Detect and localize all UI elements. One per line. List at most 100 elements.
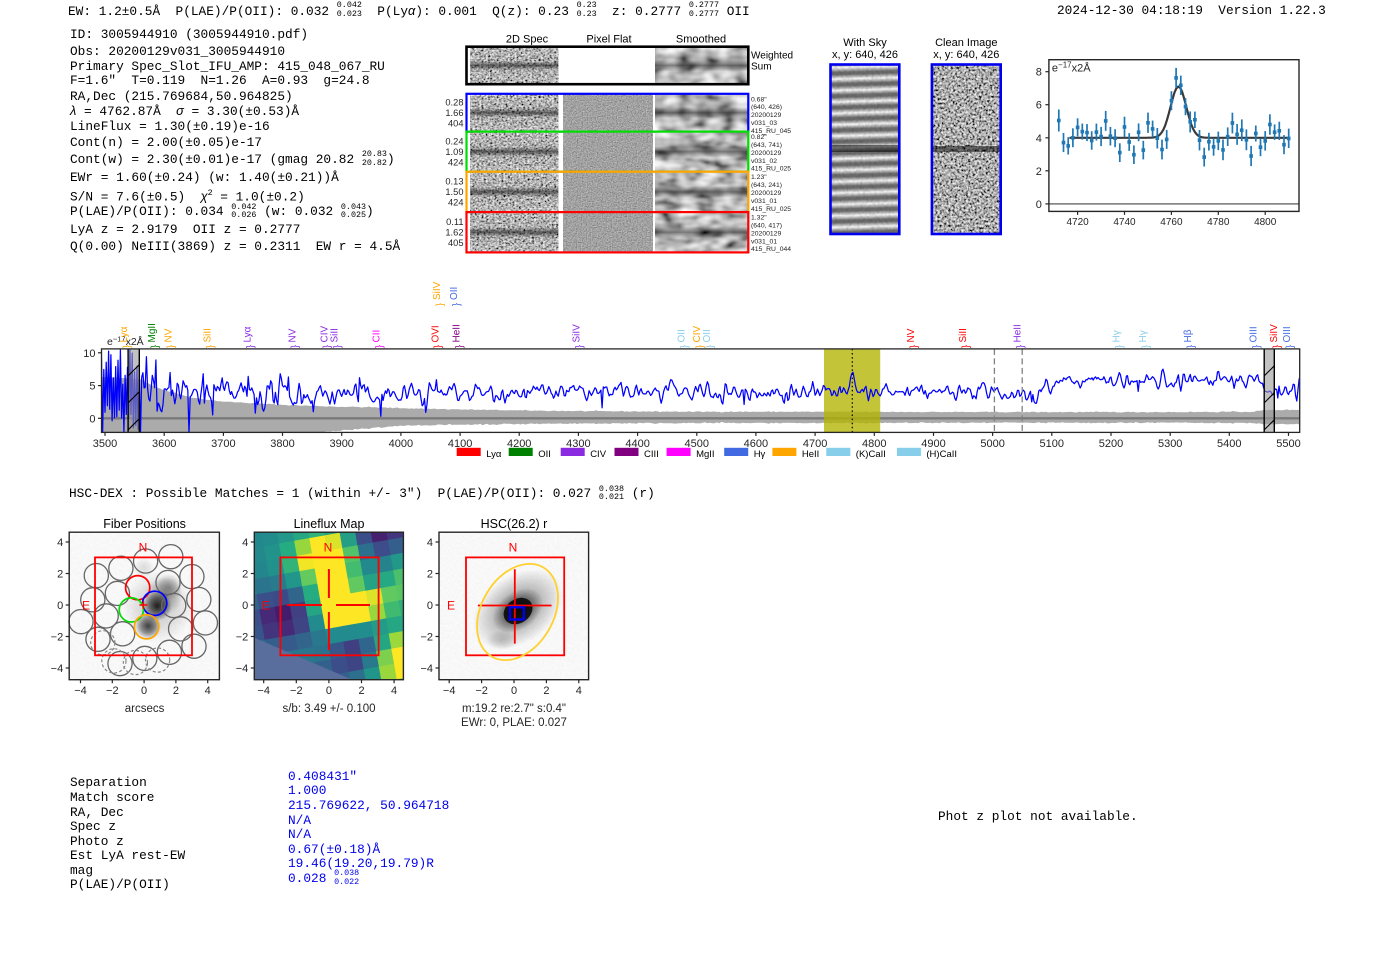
svg-text:SiII: SiII: [329, 328, 340, 342]
svg-text:Lyα: Lyα: [486, 449, 502, 460]
svg-text:2: 2: [173, 685, 179, 697]
svg-text:0: 0: [326, 685, 332, 697]
svg-text:6: 6: [1036, 100, 1042, 112]
svg-text:Sum: Sum: [751, 62, 772, 73]
svg-text:{: {: [1272, 345, 1283, 349]
svg-text:{: {: [679, 345, 690, 349]
svg-text:NV: NV: [906, 328, 917, 342]
svg-text:404: 404: [448, 118, 464, 128]
svg-text:20200129: 20200129: [751, 230, 781, 237]
svg-text:OII: OII: [677, 329, 688, 342]
svg-text:4: 4: [205, 685, 211, 697]
svg-text:e−17x2Å: e−17x2Å: [1052, 61, 1091, 75]
svg-text:{: {: [908, 345, 919, 349]
svg-text:Hβ: Hβ: [1183, 329, 1194, 342]
svg-text:1.23": 1.23": [751, 174, 767, 181]
svg-text:2: 2: [57, 569, 63, 581]
svg-text:{: {: [332, 345, 343, 349]
svg-text:N: N: [324, 541, 333, 555]
svg-text:0.68": 0.68": [751, 96, 767, 103]
svg-text:8: 8: [1036, 67, 1042, 79]
svg-text:(K)CaII: (K)CaII: [856, 449, 886, 460]
svg-text:OIII: OIII: [1282, 326, 1293, 342]
svg-text:−2: −2: [236, 632, 249, 644]
svg-text:4: 4: [57, 537, 63, 549]
svg-text:−2: −2: [51, 632, 64, 644]
svg-text:{: {: [121, 345, 132, 349]
svg-text:OIII: OIII: [1248, 326, 1259, 342]
svg-text:(H)CaII: (H)CaII: [926, 449, 957, 460]
svg-text:3600: 3600: [152, 438, 176, 450]
svg-text:0: 0: [141, 685, 147, 697]
svg-text:5200: 5200: [1099, 438, 1123, 450]
svg-text:3900: 3900: [329, 438, 353, 450]
svg-text:−4: −4: [51, 663, 64, 675]
svg-text:OII: OII: [702, 329, 713, 342]
svg-text:2: 2: [242, 569, 248, 581]
svg-text:HeII: HeII: [802, 449, 819, 460]
svg-text:arcsecs: arcsecs: [125, 703, 165, 715]
svg-text:{: {: [574, 345, 585, 349]
svg-text:4720: 4720: [1066, 217, 1089, 228]
svg-text:N: N: [509, 541, 518, 555]
svg-text:4760: 4760: [1160, 217, 1183, 228]
svg-text:424: 424: [448, 198, 464, 208]
svg-text:10: 10: [83, 348, 95, 360]
svg-text:405: 405: [448, 238, 464, 248]
svg-text:1.32": 1.32": [751, 215, 767, 222]
svg-text:−2: −2: [290, 685, 303, 697]
svg-text:{: {: [322, 345, 333, 349]
svg-text:NV: NV: [287, 328, 298, 342]
svg-text:OII: OII: [538, 449, 551, 460]
svg-text:{: {: [433, 345, 444, 349]
svg-text:20200129: 20200129: [751, 150, 781, 157]
svg-text:0: 0: [89, 413, 95, 425]
svg-text:OVI: OVI: [430, 325, 441, 342]
svg-text:2D Spec: 2D Spec: [506, 34, 549, 46]
svg-text:415_RU_025: 415_RU_025: [751, 206, 791, 213]
svg-text:EWr: 0, PLAE: 0.027: EWr: 0, PLAE: 0.027: [461, 717, 567, 729]
svg-text:0: 0: [57, 600, 63, 612]
svg-text:4: 4: [391, 685, 397, 697]
svg-text:{: {: [1141, 345, 1152, 349]
svg-text:−4: −4: [420, 663, 433, 675]
svg-text:4000: 4000: [389, 438, 413, 450]
svg-text:415_RU_044: 415_RU_044: [751, 246, 791, 253]
svg-text:−4: −4: [443, 685, 456, 697]
svg-text:SiIV: SiIV: [1269, 324, 1280, 343]
svg-text:1.66: 1.66: [445, 108, 463, 118]
svg-text:5000: 5000: [980, 438, 1004, 450]
svg-text:{: {: [1114, 345, 1125, 349]
svg-text:Pixel Flat: Pixel Flat: [586, 34, 631, 46]
svg-text:Smoothed: Smoothed: [676, 34, 726, 46]
svg-text:{: {: [166, 345, 177, 349]
svg-text:−4: −4: [257, 685, 270, 697]
svg-text:1.09: 1.09: [445, 147, 463, 157]
svg-text:{: {: [205, 345, 216, 349]
svg-text:1.62: 1.62: [445, 227, 463, 237]
svg-text:SiII: SiII: [203, 328, 214, 342]
svg-text:HeII: HeII: [452, 324, 463, 342]
svg-text:0: 0: [427, 600, 433, 612]
svg-text:OII: OII: [449, 287, 460, 300]
svg-text:(640, 417): (640, 417): [751, 223, 782, 230]
svg-text:Hγ: Hγ: [1112, 330, 1123, 342]
svg-text:−2: −2: [475, 685, 488, 697]
svg-text:With Sky: With Sky: [843, 37, 887, 49]
svg-text:5500: 5500: [1276, 438, 1300, 450]
svg-text:415_RU_025: 415_RU_025: [751, 166, 791, 173]
svg-text:{: {: [149, 345, 160, 349]
svg-text:SiIV: SiIV: [432, 281, 443, 300]
svg-text:{: {: [290, 345, 301, 349]
svg-text:Lyα: Lyα: [243, 326, 254, 342]
svg-text:0: 0: [1036, 199, 1042, 211]
svg-text:x, y: 640, 426: x, y: 640, 426: [832, 49, 898, 61]
svg-text:20200129: 20200129: [751, 190, 781, 197]
svg-text:424: 424: [448, 157, 464, 167]
svg-text:HSC(26.2) r: HSC(26.2) r: [481, 517, 548, 531]
svg-text:2: 2: [427, 569, 433, 581]
svg-text:SiIV: SiIV: [572, 324, 583, 343]
svg-text:MgII: MgII: [696, 449, 714, 460]
svg-text:s/b: 3.49 +/- 0.100: s/b: 3.49 +/- 0.100: [282, 703, 375, 715]
svg-text:CII: CII: [372, 330, 383, 343]
